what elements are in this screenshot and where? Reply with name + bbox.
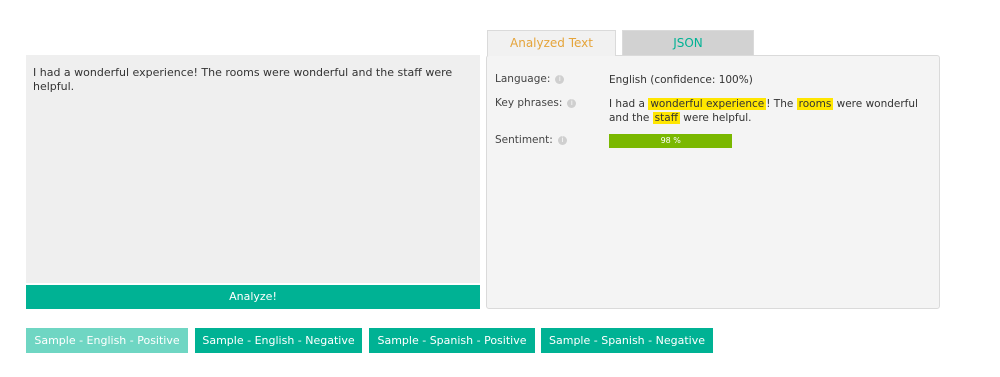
sentiment-bar: 98 %	[609, 134, 735, 148]
text-input[interactable]: I had a wonderful experience! The rooms …	[26, 55, 480, 283]
sentiment-bar-fill: 98 %	[609, 134, 733, 148]
key-phrase-text: ! The	[766, 98, 797, 110]
sentiment-label: Sentiment:	[495, 134, 553, 146]
key-phrase-highlight: staff	[652, 112, 680, 124]
key-phrase-highlight: wonderful experience	[648, 98, 767, 110]
sample-spanish-positive-button[interactable]: Sample - Spanish - Positive	[369, 328, 535, 353]
key-phrase-text: I had a	[609, 98, 649, 110]
info-icon[interactable]: i	[555, 74, 565, 84]
info-icon[interactable]: i	[557, 135, 567, 145]
language-label: Language:	[495, 73, 551, 85]
sample-english-positive-button[interactable]: Sample - English - Positive	[26, 328, 188, 353]
key-phrase-highlight: rooms	[796, 98, 834, 110]
keyphrases-value: I had a wonderful experience! The rooms …	[609, 97, 929, 125]
tab-analyzed-text[interactable]: Analyzed Text	[487, 30, 616, 56]
info-icon[interactable]: i	[567, 98, 577, 108]
sample-english-negative-button[interactable]: Sample - English - Negative	[195, 328, 362, 353]
language-value: English (confidence: 100%)	[609, 74, 753, 86]
sample-spanish-negative-button[interactable]: Sample - Spanish - Negative	[541, 328, 713, 353]
keyphrases-label: Key phrases:	[495, 97, 563, 109]
analyze-button[interactable]: Analyze!	[26, 285, 480, 309]
results-panel: Language: i English (confidence: 100%) Ke…	[486, 55, 940, 309]
key-phrase-text: were helpful.	[679, 112, 752, 124]
tab-json[interactable]: JSON	[622, 30, 754, 55]
